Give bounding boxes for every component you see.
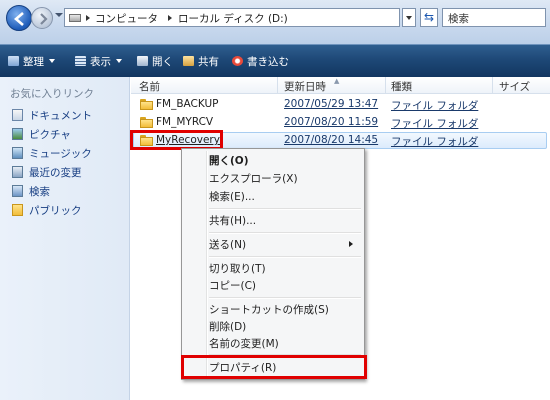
drive-icon [69, 14, 81, 22]
search-input[interactable]: 検索 [442, 8, 546, 27]
share-button[interactable]: 共有 [183, 54, 219, 69]
context-menu: 開く(O) エクスプローラ(X) 検索(E)... 共有(H)... 送る(N)… [181, 148, 365, 380]
share-label: 共有 [198, 56, 219, 68]
burn-label: 書き込む [247, 56, 289, 68]
favorite-pictures[interactable]: ピクチャ [12, 127, 71, 142]
menu-separator [209, 297, 361, 299]
column-divider[interactable] [492, 77, 493, 93]
menu-item-copy[interactable]: コピー(C) [209, 278, 256, 293]
back-button[interactable] [6, 5, 32, 31]
favorite-searches[interactable]: 検索 [12, 184, 50, 199]
favorite-label: 検索 [29, 186, 50, 198]
navigation-pane: お気に入りリンク ドキュメント ピクチャ ミュージック 最近の変更 検索 パブリ… [0, 77, 130, 400]
menu-item-search[interactable]: 検索(E)... [209, 189, 255, 204]
column-divider[interactable] [277, 77, 278, 93]
annotation-highlight-box [130, 130, 223, 150]
file-date: 2007/08/20 14:45 [284, 134, 379, 146]
chevron-down-icon [49, 59, 55, 63]
refresh-button[interactable]: ⇆ [420, 8, 438, 27]
breadcrumb-computer[interactable]: コンピュータ [95, 11, 158, 26]
favorite-label: ミュージック [29, 148, 92, 160]
menu-separator [209, 208, 361, 210]
column-header-size[interactable]: サイズ [499, 79, 530, 94]
favorite-music[interactable]: ミュージック [12, 146, 92, 161]
folder-icon [140, 99, 153, 110]
file-row[interactable]: FM_MYRCV 2007/08/20 11:59 ファイル フォルダ [131, 114, 550, 131]
menu-separator [209, 256, 361, 258]
sort-ascending-icon: ▲ [334, 77, 340, 85]
pictures-icon [12, 128, 23, 140]
folder-icon [140, 117, 153, 128]
annotation-highlight-box [181, 355, 367, 379]
submenu-arrow-icon [349, 241, 353, 247]
file-name: FM_MYRCV [156, 116, 214, 128]
public-folder-icon [12, 204, 23, 216]
address-box[interactable]: コンピュータ ローカル ディスク (D:) [64, 8, 400, 27]
burn-icon [232, 56, 243, 66]
column-header-row: 名前 ▲ 更新日時 種類 サイズ [131, 77, 550, 94]
file-date: 2007/08/20 11:59 [284, 116, 379, 128]
column-header-date[interactable]: 更新日時 [284, 79, 326, 94]
open-icon [137, 56, 148, 66]
favorite-recent-changes[interactable]: 最近の変更 [12, 165, 82, 180]
menu-item-send-to[interactable]: 送る(N) [209, 237, 246, 252]
chevron-down-icon [406, 16, 412, 20]
recent-changes-icon [12, 166, 23, 178]
forward-button[interactable] [31, 7, 53, 29]
favorite-label: ピクチャ [29, 129, 71, 141]
open-label: 開く [152, 56, 173, 68]
menu-icon-gutter [206, 151, 208, 377]
share-icon [183, 56, 194, 66]
forward-arrow-icon [40, 13, 48, 25]
favorite-label: ドキュメント [29, 110, 92, 122]
menu-item-open[interactable]: 開く(O) [209, 153, 249, 168]
column-header-type[interactable]: 種類 [391, 79, 412, 94]
menu-item-explore[interactable]: エクスプローラ(X) [209, 171, 298, 186]
breadcrumb-separator-icon[interactable] [168, 15, 172, 21]
menu-separator [209, 232, 361, 234]
views-icon [75, 56, 86, 66]
favorite-documents[interactable]: ドキュメント [12, 108, 92, 123]
address-bar: コンピュータ ローカル ディスク (D:) ⇆ 検索 [0, 0, 550, 44]
history-dropdown-icon[interactable] [55, 13, 63, 17]
file-type: ファイル フォルダ [391, 100, 479, 112]
breadcrumb-local-disk[interactable]: ローカル ディスク (D:) [178, 11, 288, 26]
organize-label: 整理 [23, 56, 44, 68]
menu-item-delete[interactable]: 削除(D) [209, 319, 246, 334]
favorite-label: 最近の変更 [29, 167, 82, 179]
address-dropdown-button[interactable] [402, 8, 416, 27]
column-divider[interactable] [385, 77, 386, 93]
file-type: ファイル フォルダ [391, 118, 479, 130]
column-header-name[interactable]: 名前 [139, 79, 160, 94]
chevron-down-icon [116, 59, 122, 63]
menu-item-cut[interactable]: 切り取り(T) [209, 261, 266, 276]
back-arrow-icon [14, 12, 24, 26]
menu-item-share[interactable]: 共有(H)... [209, 213, 256, 228]
views-button[interactable]: 表示 [75, 54, 122, 69]
file-row[interactable]: FM_BACKUP 2007/05/29 13:47 ファイル フォルダ [131, 96, 550, 113]
menu-item-create-shortcut[interactable]: ショートカットの作成(S) [209, 302, 329, 317]
favorite-public[interactable]: パブリック [12, 203, 82, 218]
breadcrumb-separator-icon[interactable] [86, 15, 90, 21]
favorite-links-title: お気に入りリンク [10, 88, 94, 100]
search-placeholder: 検索 [448, 13, 469, 25]
refresh-icon: ⇆ [423, 10, 435, 24]
views-label: 表示 [90, 56, 111, 68]
menu-item-rename[interactable]: 名前の変更(M) [209, 336, 279, 351]
music-icon [12, 147, 23, 159]
favorite-label: パブリック [29, 205, 82, 217]
searches-icon [12, 185, 23, 197]
open-button[interactable]: 開く [137, 54, 173, 69]
burn-button[interactable]: 書き込む [232, 54, 289, 69]
documents-icon [12, 109, 23, 121]
command-bar: 整理 表示 開く 共有 書き込む [0, 44, 550, 77]
organize-button[interactable]: 整理 [8, 54, 55, 69]
file-type: ファイル フォルダ [391, 136, 479, 148]
file-date: 2007/05/29 13:47 [284, 98, 379, 110]
file-name: FM_BACKUP [156, 98, 219, 110]
organize-icon [8, 56, 19, 66]
